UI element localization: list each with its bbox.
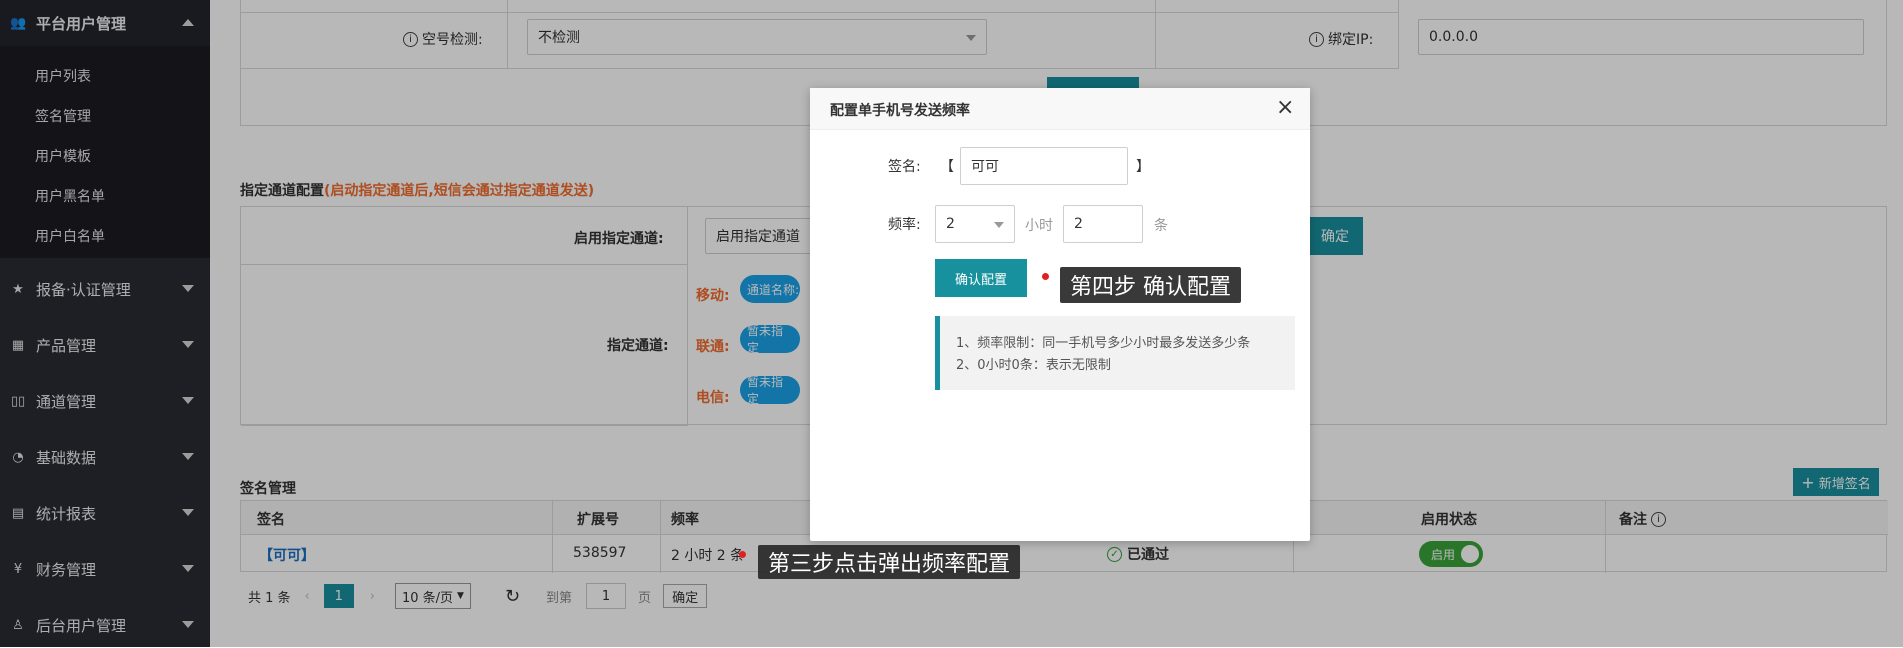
step4-marker (1042, 273, 1049, 280)
hours-unit: 小时 (1025, 218, 1053, 234)
close-icon[interactable]: × (1276, 95, 1294, 121)
hours-select[interactable]: 2 (935, 205, 1015, 243)
modal-title: 配置单手机号发送频率 (830, 103, 970, 119)
info-line-2: 2、0小时0条：表示无限制 (956, 358, 1111, 373)
confirm-config-label: 确认配置 (954, 272, 1007, 288)
modal-header: 配置单手机号发送频率 × (810, 88, 1310, 130)
freq-label: 频率: (888, 217, 921, 233)
step3-marker (739, 551, 746, 558)
frequency-config-modal: 配置单手机号发送频率 × 签名: 【 可可 】 频率: 2 小时 2 条 确认配… (810, 88, 1310, 541)
count-value: 2 (1074, 216, 1083, 232)
sign-label: 签名: (888, 159, 921, 175)
bracket-right: 】 (1136, 159, 1150, 175)
info-box: 1、频率限制：同一手机号多少小时最多发送多少条 2、0小时0条：表示无限制 (935, 316, 1295, 390)
count-input[interactable]: 2 (1063, 205, 1143, 243)
step3-text: 第三步点击弹出频率配置 (768, 552, 1011, 577)
step4-tooltip: 第四步 确认配置 (1060, 267, 1241, 303)
bracket-left: 【 (940, 159, 954, 175)
sign-value: 可可 (971, 159, 999, 175)
confirm-config-button[interactable]: 确认配置 (935, 259, 1027, 297)
count-unit: 条 (1154, 218, 1168, 234)
sign-input[interactable]: 可可 (960, 147, 1128, 185)
step3-tooltip: 第三步点击弹出频率配置 (758, 545, 1021, 579)
info-line-1: 1、频率限制：同一手机号多少小时最多发送多少条 (956, 336, 1251, 351)
step4-text: 第四步 确认配置 (1070, 275, 1231, 300)
hours-value: 2 (946, 216, 955, 232)
chevron-down-icon (994, 222, 1004, 228)
